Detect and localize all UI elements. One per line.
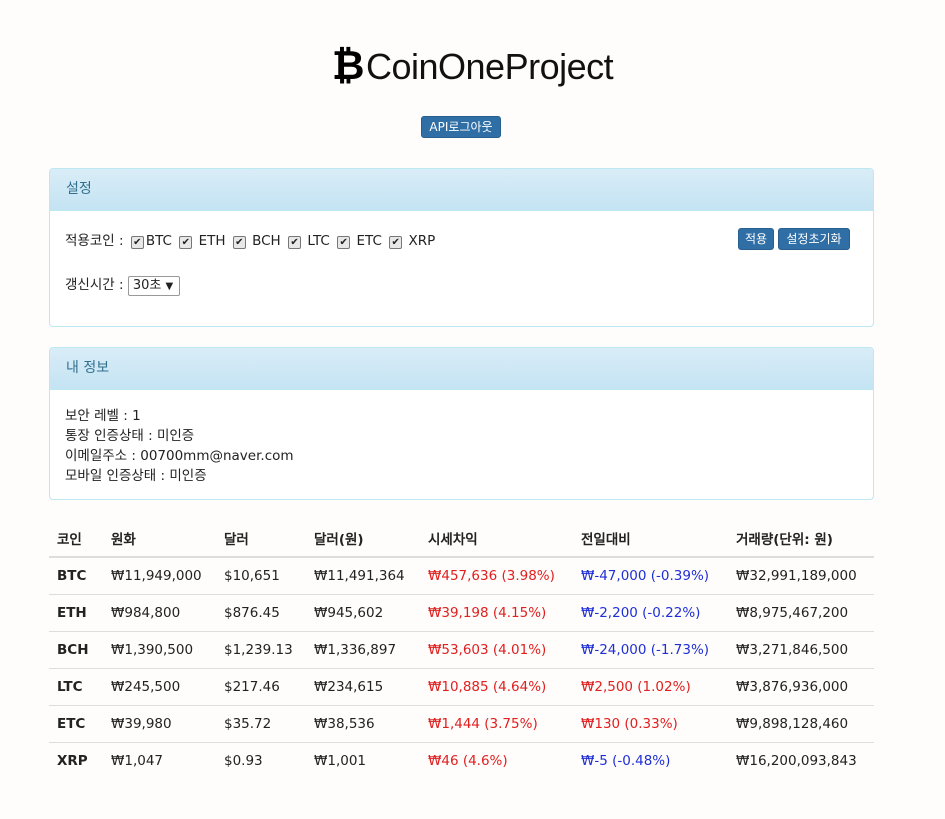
- checkbox-xrp[interactable]: ✔: [389, 236, 403, 249]
- krw-price-cell: ₩984,800: [103, 594, 216, 632]
- reset-settings-button[interactable]: 설정초기화: [778, 228, 850, 250]
- column-header: 원화: [103, 520, 216, 558]
- daily-change-cell: ₩2,500 (1.02%): [573, 668, 728, 706]
- settings-panel: 설정 적용코인 : ✔ BTC ✔ ETH ✔ BCH ✔ LTC ✔ ETC ✔…: [49, 168, 874, 327]
- checkbox-bch[interactable]: ✔: [232, 236, 246, 249]
- krw-price-cell: ₩1,047: [103, 742, 216, 779]
- refresh-interval-row: 갱신시간 : 30초 ▼: [65, 273, 181, 296]
- table-row: XRP ₩1,047 $0.93 ₩1,001 ₩46 (4.6%) ₩-5 (-0.48…: [49, 742, 874, 779]
- checkbox-eth[interactable]: ✔: [179, 236, 193, 249]
- coin-cell: LTC: [49, 668, 103, 706]
- settings-heading: 설정: [50, 169, 873, 211]
- premium-cell: ₩457,636 (3.98%): [420, 556, 573, 595]
- volume-cell: ₩32,991,189,000: [728, 556, 874, 595]
- refresh-interval-select[interactable]: 30초 ▼: [127, 276, 181, 296]
- table-row: BTC ₩11,949,000 $10,651 ₩11,491,364 ₩457,636…: [49, 556, 874, 595]
- premium-cell: ₩10,885 (4.64%): [420, 668, 573, 706]
- table-row: LTC ₩245,500 $217.46 ₩234,615 ₩10,885 (4.64%…: [49, 668, 874, 706]
- security-level: 보안 레벨 : 1: [65, 408, 141, 424]
- usd-krw-price-cell: ₩38,536: [306, 705, 420, 743]
- usd-price-cell: $10,651: [216, 556, 306, 595]
- column-header: 시세차익: [420, 520, 573, 558]
- usd-price-cell: $0.93: [216, 742, 306, 779]
- coin-cell: XRP: [49, 742, 103, 779]
- usd-price-cell: $876.45: [216, 594, 306, 632]
- dropdown-arrow-icon: ▼: [165, 281, 174, 292]
- myinfo-heading: 내 정보: [50, 348, 873, 390]
- bank-auth-status: 통장 인증상태 : 미인증: [65, 428, 195, 444]
- usd-krw-price-cell: ₩1,001: [306, 742, 420, 779]
- column-header: 달러: [216, 520, 306, 558]
- coin-cell: BTC: [49, 556, 103, 595]
- volume-cell: ₩3,271,846,500: [728, 631, 874, 669]
- coin-label-ltc: LTC: [307, 233, 330, 249]
- premium-cell: ₩46 (4.6%): [420, 742, 573, 779]
- column-header: 코인: [49, 520, 103, 558]
- myinfo-panel: 내 정보 보안 레벨 : 1 통장 인증상태 : 미인증 이메일주소 : 007…: [49, 347, 874, 500]
- volume-cell: ₩8,975,467,200: [728, 594, 874, 632]
- mobile-auth-status: 모바일 인증상태 : 미인증: [65, 468, 207, 484]
- usd-price-cell: $1,239.13: [216, 631, 306, 669]
- coin-label-etc: ETC: [356, 233, 382, 249]
- checkbox-btc[interactable]: ✔: [130, 236, 144, 249]
- coin-label-bch: BCH: [252, 233, 281, 249]
- app-title: CoinOneProject: [365, 46, 614, 87]
- page-title: ₿CoinOneProject: [0, 40, 945, 93]
- daily-change-cell: ₩130 (0.33%): [573, 705, 728, 743]
- coin-label-xrp: XRP: [408, 233, 436, 249]
- table-header-row: 코인 원화 달러 달러(원) 시세차익 전일대비 거래량(단위: 원): [49, 520, 874, 558]
- usd-krw-price-cell: ₩945,602: [306, 594, 420, 632]
- volume-cell: ₩3,876,936,000: [728, 668, 874, 706]
- premium-cell: ₩39,198 (4.15%): [420, 594, 573, 632]
- daily-change-cell: ₩-2,200 (-0.22%): [573, 594, 728, 632]
- column-header: 전일대비: [573, 520, 728, 558]
- usd-price-cell: $35.72: [216, 705, 306, 743]
- refresh-label: 갱신시간 :: [65, 277, 124, 293]
- volume-cell: ₩9,898,128,460: [728, 705, 874, 743]
- bitcoin-logo-icon: ₿: [331, 43, 365, 89]
- daily-change-cell: ₩-24,000 (-1.73%): [573, 631, 728, 669]
- column-header: 거래량(단위: 원): [728, 520, 874, 558]
- usd-price-cell: $217.46: [216, 668, 306, 706]
- coin-label-eth: ETH: [198, 233, 226, 249]
- apply-button[interactable]: 적용: [738, 228, 774, 250]
- premium-cell: ₩1,444 (3.75%): [420, 705, 573, 743]
- usd-krw-price-cell: ₩234,615: [306, 668, 420, 706]
- premium-cell: ₩53,603 (4.01%): [420, 631, 573, 669]
- checkbox-ltc[interactable]: ✔: [288, 236, 302, 249]
- table-row: ETH ₩984,800 $876.45 ₩945,602 ₩39,198 (4.15%…: [49, 594, 874, 632]
- krw-price-cell: ₩11,949,000: [103, 556, 216, 595]
- daily-change-cell: ₩-5 (-0.48%): [573, 742, 728, 779]
- column-header: 달러(원): [306, 520, 420, 558]
- coins-label: 적용코인 :: [65, 233, 124, 249]
- krw-price-cell: ₩1,390,500: [103, 631, 216, 669]
- daily-change-cell: ₩-47,000 (-0.39%): [573, 556, 728, 595]
- coin-cell: ETH: [49, 594, 103, 632]
- coin-selection: 적용코인 : ✔ BTC ✔ ETH ✔ BCH ✔ LTC ✔ ETC ✔ XR…: [65, 229, 435, 249]
- table-row: ETC ₩39,980 $35.72 ₩38,536 ₩1,444 (3.75%) ₩13…: [49, 705, 874, 743]
- email-address: 이메일주소 : 00700mm@naver.com: [65, 448, 294, 464]
- coin-label-btc: BTC: [145, 233, 172, 249]
- coin-cell: ETC: [49, 705, 103, 743]
- price-table: 코인 원화 달러 달러(원) 시세차익 전일대비 거래량(단위: 원) BTC ₩…: [49, 520, 874, 779]
- table-row: BCH ₩1,390,500 $1,239.13 ₩1,336,897 ₩53,603 …: [49, 631, 874, 669]
- api-logout-button[interactable]: API로그아웃: [421, 116, 501, 138]
- checkbox-etc[interactable]: ✔: [337, 236, 351, 249]
- usd-krw-price-cell: ₩11,491,364: [306, 556, 420, 595]
- volume-cell: ₩16,200,093,843: [728, 742, 874, 779]
- usd-krw-price-cell: ₩1,336,897: [306, 631, 420, 669]
- coin-cell: BCH: [49, 631, 103, 669]
- krw-price-cell: ₩245,500: [103, 668, 216, 706]
- krw-price-cell: ₩39,980: [103, 705, 216, 743]
